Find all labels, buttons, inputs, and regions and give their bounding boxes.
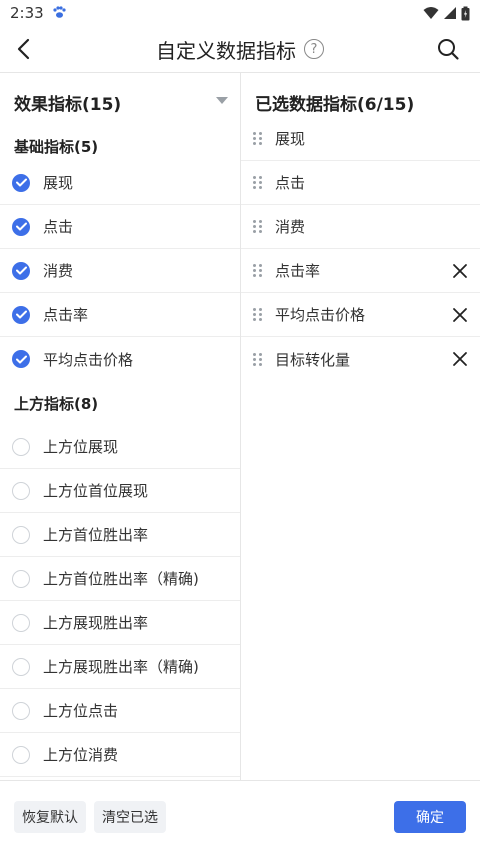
selected-metrics-panel: 已选数据指标(6/15) 展现 点击 消费 点击率 平均点击价格 目标转化量 (241, 73, 480, 780)
unchecked-radio-icon (12, 525, 30, 544)
metric-item[interactable]: 点击率 (0, 293, 240, 337)
metric-item[interactable]: 上方位首位展现 (0, 469, 240, 513)
selected-metric-item[interactable]: 平均点击价格 (241, 293, 480, 337)
unchecked-radio-icon (12, 569, 30, 588)
clear-selected-button[interactable]: 清空已选 (94, 801, 166, 833)
drag-handle-icon[interactable] (253, 176, 263, 189)
checked-icon (12, 350, 30, 368)
metric-category-dropdown[interactable]: 效果指标(15) (0, 73, 240, 131)
metric-label: 消费 (43, 262, 74, 280)
unchecked-radio-icon (12, 437, 30, 456)
metric-item[interactable]: 上方首位胜出率 (0, 513, 240, 557)
drag-handle-icon[interactable] (253, 264, 263, 277)
metric-item[interactable]: 平均点击价格 (0, 337, 240, 381)
drag-handle-icon[interactable] (253, 308, 263, 321)
unchecked-radio-icon (12, 481, 30, 500)
selected-metric-label: 目标转化量 (275, 350, 351, 369)
close-icon[interactable] (452, 263, 468, 279)
metric-label: 展现 (43, 174, 74, 192)
metric-item[interactable]: 上方首位胜出率（精确) (0, 557, 240, 601)
selected-metric-label: 点击 (275, 174, 306, 192)
selected-metrics-title: 已选数据指标(6/15) (255, 94, 415, 115)
metric-label: 上方首位胜出率（精确) (43, 570, 199, 588)
metric-item[interactable]: 消费 (0, 249, 240, 293)
metric-item[interactable]: 展现 (0, 161, 240, 205)
metric-label: 上方展现胜出率 (43, 614, 149, 632)
restore-default-button[interactable]: 恢复默认 (14, 801, 86, 833)
signal-icon (444, 7, 456, 19)
group-title-top: 上方指标(8) (14, 394, 99, 413)
search-icon[interactable] (436, 37, 460, 61)
back-arrow-icon[interactable] (12, 36, 38, 62)
metric-label: 上方位消费 (43, 746, 119, 764)
page-title: 自定义数据指标 (156, 38, 296, 63)
help-icon[interactable]: ? (304, 39, 324, 59)
paw-notification-icon (52, 5, 66, 22)
drag-handle-icon[interactable] (253, 352, 263, 366)
app-header: 自定义数据指标 ? (0, 26, 480, 72)
status-time: 2:33 (10, 4, 44, 22)
footer-bar: 恢复默认 清空已选 确定 (0, 781, 480, 853)
selected-metric-label: 平均点击价格 (275, 306, 366, 324)
metric-label: 点击率 (43, 306, 89, 324)
unchecked-radio-icon (12, 745, 30, 764)
metric-label: 平均点击价格 (43, 350, 134, 369)
caret-down-icon (216, 97, 228, 104)
checked-icon (12, 305, 30, 324)
drag-handle-icon[interactable] (253, 220, 263, 233)
metric-item[interactable]: 上方位展现 (0, 425, 240, 469)
metric-label: 上方展现胜出率（精确) (43, 658, 199, 676)
wifi-icon (423, 7, 439, 19)
selected-metric-label: 消费 (275, 218, 306, 236)
metric-label: 点击 (43, 218, 74, 236)
metric-label: 上方首位胜出率 (43, 526, 149, 544)
selected-metric-item[interactable]: 点击率 (241, 249, 480, 293)
unchecked-radio-icon (12, 613, 30, 632)
checked-icon (12, 217, 30, 236)
unchecked-radio-icon (12, 657, 30, 676)
metric-label: 上方位首位展现 (43, 482, 149, 500)
metric-category-label: 效果指标(15) (14, 94, 122, 115)
metric-item[interactable]: 上方位消费 (0, 733, 240, 777)
selected-metric-label: 点击率 (275, 262, 321, 280)
drag-handle-icon[interactable] (253, 132, 263, 145)
selected-metric-item[interactable]: 消费 (241, 205, 480, 249)
close-icon[interactable] (452, 307, 468, 323)
metric-item[interactable]: 上方展现胜出率 (0, 601, 240, 645)
battery-icon (461, 6, 470, 20)
unchecked-radio-icon (12, 701, 30, 720)
checked-icon (12, 173, 30, 192)
selected-metric-item[interactable]: 目标转化量 (241, 337, 480, 381)
group-title-basic: 基础指标(5) (14, 137, 99, 156)
metric-item[interactable]: 点击 (0, 205, 240, 249)
metric-item[interactable]: 上方展现胜出率（精确) (0, 645, 240, 689)
metric-options-panel: 效果指标(15) 基础指标(5) 展现 点击 消费 点击率 平均点击价格 上方指… (0, 73, 240, 780)
metric-label: 上方位点击 (43, 702, 119, 720)
selected-metric-label: 展现 (275, 130, 306, 148)
selected-metric-item[interactable]: 点击 (241, 161, 480, 205)
confirm-button[interactable]: 确定 (394, 801, 466, 833)
metric-item[interactable]: 上方位点击 (0, 689, 240, 733)
close-icon[interactable] (452, 351, 468, 367)
metric-label: 上方位展现 (43, 438, 119, 456)
checked-icon (12, 261, 30, 280)
status-bar: 2:33 (0, 0, 480, 26)
